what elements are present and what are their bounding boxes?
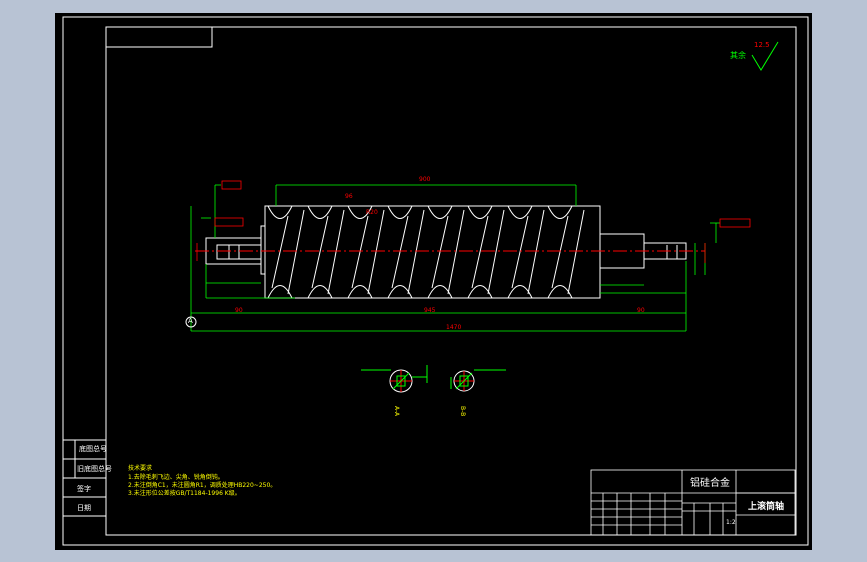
groove-top-arc <box>547 205 573 219</box>
groove-flank-line <box>367 209 385 295</box>
shaft-drawing <box>205 205 687 299</box>
title-block-part-name: 上滚筒轴 <box>748 502 785 512</box>
groove-flank-line <box>351 215 369 289</box>
title-block-material: 铝硅合金 <box>690 478 730 489</box>
groove-flank-line <box>511 215 529 289</box>
section-label-right: B-B <box>459 406 466 417</box>
groove-flank-line <box>431 215 449 289</box>
groove-flank-line <box>287 209 305 295</box>
groove-top-arc <box>467 205 493 219</box>
surface-finish-prefix: 其余 <box>730 51 746 60</box>
engineering-drawing <box>62 16 809 546</box>
groove-top-arc <box>507 205 533 219</box>
groove-flank-line <box>487 209 505 295</box>
dim-right-shaft: 90 <box>637 307 645 314</box>
surface-finish-value: 12.5 <box>754 41 770 49</box>
top-left-stamp-box <box>105 26 213 48</box>
groove-flank-line <box>271 215 289 289</box>
left-column-label: 签字 <box>77 485 91 493</box>
helical-grooves <box>267 205 585 299</box>
left-column-label: 旧底图总号 <box>77 465 112 473</box>
tech-requirements-title: 技术要求 <box>128 465 153 472</box>
groove-flank-line <box>527 209 545 295</box>
groove-top-arc <box>307 205 333 219</box>
section-label-left: A-A <box>393 406 400 417</box>
outer-border <box>62 16 809 546</box>
title-block-scale: 1:2 <box>726 519 736 526</box>
section-view-right <box>450 369 506 392</box>
left-column-label: 日期 <box>77 504 91 512</box>
left-column-label: 底图总号 <box>79 445 107 453</box>
groove-flank-line <box>391 215 409 289</box>
groove-top-arc <box>267 205 293 219</box>
groove-flank-line <box>447 209 465 295</box>
dim-overall-length: 1470 <box>446 324 462 331</box>
tech-requirement-line: 3.未注形位公差按GB/T1184-1996 K级。 <box>128 490 241 497</box>
dim-groove-radius: R20 <box>366 209 378 216</box>
dim-left-shaft: 90 <box>235 307 243 314</box>
groove-flank-line <box>327 209 345 295</box>
inner-border <box>105 26 797 536</box>
dim-pitch: 96 <box>345 193 353 200</box>
section-view-left <box>361 365 428 393</box>
groove-flank-line <box>311 215 329 289</box>
groove-flank-line <box>551 215 569 289</box>
dim-middle-span: 945 <box>424 307 436 314</box>
groove-flank-line <box>567 209 585 295</box>
dim-roller-length: 900 <box>419 176 431 183</box>
cad-viewport[interactable]: 其余 12.5 900 96 R20 945 1470 90 90 A A-A … <box>55 13 812 550</box>
groove-flank-line <box>407 209 425 295</box>
groove-flank-line <box>471 215 489 289</box>
groove-top-arc <box>387 205 413 219</box>
groove-top-arc <box>427 205 453 219</box>
datum-letter: A <box>188 317 193 325</box>
